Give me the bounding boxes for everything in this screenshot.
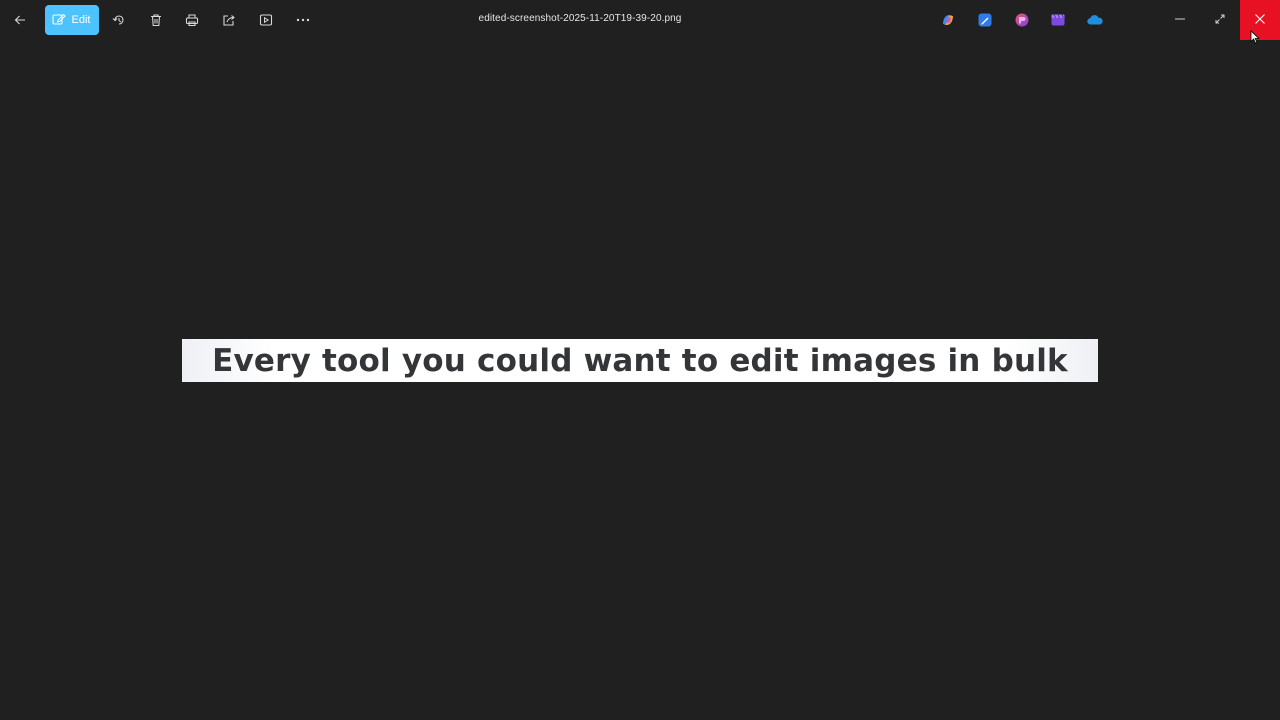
close-icon: [1255, 11, 1265, 29]
minimize-button[interactable]: [1160, 0, 1200, 40]
file-name-title: edited-screenshot-2025-11-20T19-39-20.pn…: [478, 13, 682, 24]
copilot-icon[interactable]: [940, 12, 956, 28]
back-arrow-icon: [14, 14, 26, 26]
slideshow-button[interactable]: [250, 4, 282, 36]
restore-icon: [1215, 11, 1225, 29]
designer-icon[interactable]: [977, 12, 993, 28]
restore-button[interactable]: [1200, 0, 1240, 40]
rotate-button[interactable]: [103, 4, 135, 36]
image-text: Every tool you could want to edit images…: [212, 342, 1068, 379]
onedrive-icon[interactable]: [1087, 12, 1103, 28]
edit-icon: [51, 12, 66, 29]
video-editor-icon[interactable]: [1050, 12, 1066, 28]
displayed-image: Every tool you could want to edit images…: [182, 339, 1098, 382]
slideshow-icon: [259, 13, 273, 27]
rotate-icon: [112, 13, 126, 27]
more-icon: [296, 18, 310, 22]
share-icon: [222, 13, 236, 27]
edit-label: Edit: [71, 14, 91, 26]
delete-button[interactable]: [140, 4, 172, 36]
clipchamp-icon[interactable]: [1014, 12, 1030, 28]
close-button[interactable]: [1240, 0, 1280, 40]
more-options-button[interactable]: [287, 4, 319, 36]
print-button[interactable]: [176, 4, 208, 36]
top-toolbar: Edit edited-screenshot-2025-11-20T19-39-…: [0, 0, 1280, 40]
print-icon: [185, 13, 199, 27]
edit-button[interactable]: Edit: [45, 5, 99, 35]
back-button[interactable]: [4, 4, 36, 36]
share-button[interactable]: [213, 4, 245, 36]
photos-app-window: Edit edited-screenshot-2025-11-20T19-39-…: [0, 0, 1280, 720]
trash-icon: [149, 13, 163, 27]
mouse-cursor-icon: [1250, 30, 1260, 44]
minimize-icon: [1175, 11, 1185, 29]
